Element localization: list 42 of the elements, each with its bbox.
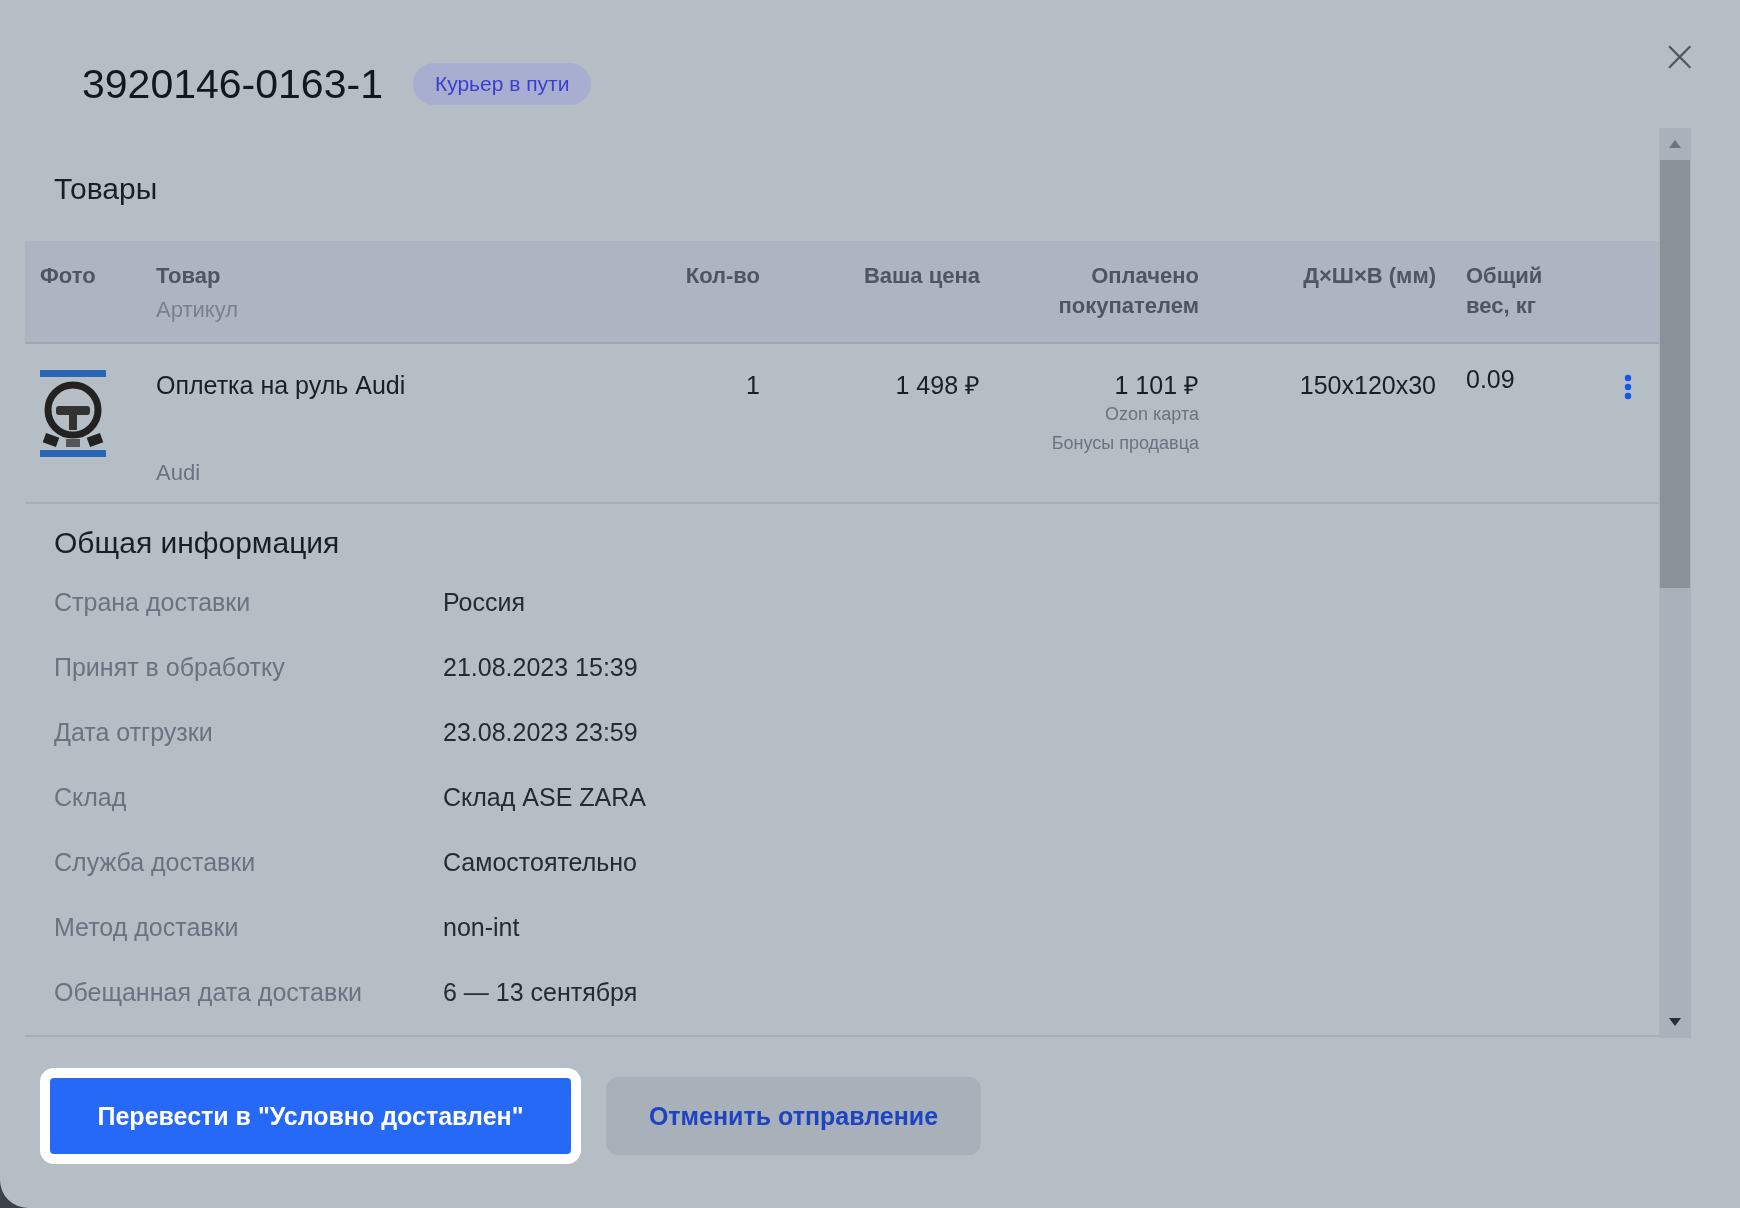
close-button[interactable]: × [1657, 34, 1702, 78]
scroll-up-icon[interactable] [1669, 140, 1681, 148]
field-value: Самостоятельно [443, 848, 638, 877]
more-options-icon[interactable] [1623, 374, 1632, 400]
paid-cell: 1 101 ₽ [1114, 370, 1199, 400]
field-label: Метод доставки [54, 913, 240, 942]
column-header: Д×Ш×В (мм) [1303, 262, 1436, 290]
section-title: Общая информация [54, 526, 341, 560]
action-button[interactable]: Отменить отправление [606, 1077, 981, 1155]
scrollbar-thumb[interactable] [1660, 160, 1690, 588]
column-header: Кол-во [685, 262, 760, 290]
field-value: non-int [443, 913, 521, 942]
column-header: Фото [40, 262, 97, 290]
column-header: Общий вес, кг [1466, 262, 1544, 320]
field-label: Дата отгрузки [54, 718, 214, 747]
column-header: Оплачено покупателем [1057, 262, 1199, 320]
scrollbar[interactable] [1659, 128, 1691, 1038]
field-label: Принят в обработку [54, 653, 286, 682]
field-label: Страна доставки [54, 588, 252, 617]
field-label: Обещанная дата доставки [54, 978, 364, 1007]
field-value: 23.08.2023 23:59 [443, 718, 639, 747]
field-label: Служба доставки [54, 848, 257, 877]
field-value: 6 — 13 сентября [443, 978, 639, 1007]
field-value: Склад ASE ZARA [443, 783, 647, 812]
dimensions-cell: 150x120x30 [1299, 370, 1436, 400]
payment-note: Ozon карта [1105, 403, 1199, 426]
field-value: Россия [443, 588, 526, 617]
action-button[interactable]: Перевести в "Условно доставлен" [50, 1078, 571, 1154]
column-header: Ваша цена [863, 262, 980, 290]
section-title: Товары [54, 172, 159, 206]
scroll-down-icon[interactable] [1669, 1018, 1681, 1026]
product-name[interactable]: Оплетка на руль Audi [156, 370, 545, 400]
quantity-cell: 1 [746, 370, 760, 400]
payment-note: Бонусы продавца [1051, 432, 1199, 455]
field-value: 21.08.2023 15:39 [443, 653, 639, 682]
price-cell: 1 498 ₽ [895, 370, 980, 400]
weight-cell-text: 0.09 [1466, 364, 1516, 394]
field-label: Склад [54, 783, 128, 812]
status-badge: Курьер в пути [412, 63, 592, 105]
column-header: Товар [156, 262, 222, 290]
product-article: Audi [156, 460, 202, 486]
order-number: 3920146-0163-1 [82, 60, 383, 108]
